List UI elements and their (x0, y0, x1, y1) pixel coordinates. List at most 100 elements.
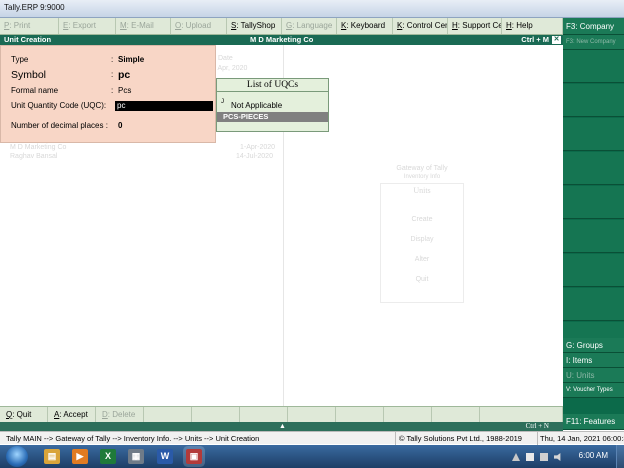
bg-gateway-subtitle: Inventory Info (403, 174, 441, 180)
bottom-button-label: : Accept (59, 410, 88, 419)
copyright-text: © Tally Solutions Pvt Ltd., 1988-2019 (395, 432, 537, 445)
bottom-button-7[interactable] (336, 407, 384, 422)
show-desktop-button[interactable] (616, 445, 624, 468)
decimal-places-label: Number of decimal places : (11, 121, 108, 130)
menu-button-label: : TallyShop (236, 21, 276, 30)
menu-button-label: : Export (68, 21, 96, 30)
menu-button-5[interactable]: G: Language (282, 18, 337, 34)
right-empty-slot (563, 220, 624, 253)
close-icon[interactable]: ✕ (552, 36, 561, 44)
type-label: Type (11, 55, 29, 64)
right-button[interactable]: F3: New Company (563, 35, 624, 50)
uqc-list-title: List of UQCs (217, 79, 328, 92)
calculator-icon[interactable]: ▦ (128, 449, 144, 464)
bottom-button-label: : Delete (107, 410, 136, 419)
right-empty-slot (563, 84, 624, 117)
bg-units-menu-title: Units (413, 186, 431, 195)
uqc-list-marker: J (221, 99, 224, 105)
flag-icon[interactable] (526, 453, 534, 461)
right-button[interactable]: U: Units (563, 368, 624, 383)
menu-button-label: : Print (9, 21, 31, 30)
right-empty-slot (563, 118, 624, 151)
menu-button-label: : Control Centre (402, 21, 447, 30)
uqc-label: Unit Quantity Code (UQC): (11, 101, 107, 110)
taskbar-clock[interactable]: 6:00 AM (579, 451, 608, 460)
menu-button-8[interactable]: H: Support Centre (448, 18, 502, 34)
formal-name-label: Formal name (11, 86, 59, 95)
uqc-item-not-applicable[interactable]: Not Applicable (231, 101, 282, 110)
bottom-button-6[interactable] (288, 407, 336, 422)
header-shortcut: Ctrl + M (521, 35, 549, 44)
status-datetime: Thu, 14 Jan, 2021 06:00:35 (537, 432, 624, 445)
right-empty-slot (563, 288, 624, 321)
menu-button-label: : Language (292, 21, 333, 30)
info-strip: ▲ Ctrl + N (0, 422, 563, 431)
strip-shortcut: Ctrl + N (525, 422, 549, 430)
menu-button-label: : Keyboard (346, 21, 386, 30)
bottom-button-bar: Q: Quit A: Accept D: Delete (0, 406, 563, 422)
bottom-button-10[interactable] (480, 407, 563, 422)
formal-name-value[interactable]: Pcs (118, 86, 131, 95)
uqc-item-selected[interactable]: PCS-PIECES (217, 112, 328, 122)
explorer-icon[interactable]: ▤ (44, 449, 60, 464)
bg-date-value: 1 Apr, 2020 (212, 65, 248, 72)
bg-gateway-title: Gateway of Tally (396, 165, 448, 172)
symbol-label: Symbol (11, 69, 47, 81)
navigation-path: Tally MAIN --> Gateway of Tally --> Inve… (6, 434, 260, 443)
menu-button-1[interactable]: E: Export (59, 18, 116, 34)
bottom-button-4[interactable] (192, 407, 240, 422)
right-empty-slot (563, 50, 624, 83)
bottom-button-0[interactable]: Q: Quit (0, 407, 48, 422)
menu-button-label: : Help (511, 21, 533, 30)
network-icon[interactable] (540, 453, 548, 461)
bg-menu-display: Display (410, 236, 434, 243)
volume-icon[interactable] (554, 453, 561, 461)
menu-button-2[interactable]: M: E-Mail (116, 18, 171, 34)
right-button[interactable]: I: Items (563, 353, 624, 368)
decimal-places-value[interactable]: 0 (118, 121, 122, 130)
bottom-button-label: : Quit (12, 410, 32, 419)
taskbar: ▤ ▶ X ▦ W ▣ 6:00 AM (0, 445, 624, 468)
menu-button-4[interactable]: S: TallyShop (227, 18, 282, 34)
window-title-bar[interactable]: Tally.ERP 9:9000 (0, 0, 624, 18)
bg-company-1: M D Marketing Co (10, 144, 67, 151)
formal-name-colon: : (111, 86, 114, 95)
menu-button-3[interactable]: O: Upload (171, 18, 227, 34)
right-button-panel: F3: Company F3: New Company G: Groups I: It… (563, 18, 624, 430)
bottom-button-9[interactable] (432, 407, 480, 422)
bg-units-menu: Units Create Display Alter Quit (380, 183, 464, 303)
right-button[interactable]: F11: Features (563, 414, 624, 430)
menu-button-label: : Support Centre (457, 21, 501, 30)
excel-icon[interactable]: X (100, 449, 116, 464)
media-player-icon[interactable]: ▶ (72, 449, 88, 464)
expand-arrow-icon[interactable]: ▲ (279, 422, 286, 431)
bottom-button-8[interactable] (384, 407, 432, 422)
menu-button-label: : Upload (181, 21, 212, 30)
menu-button-7[interactable]: K: Control Centre (393, 18, 448, 34)
start-button-icon[interactable] (6, 446, 28, 467)
tally-icon[interactable]: ▣ (186, 449, 202, 464)
symbol-value[interactable]: pc (118, 69, 130, 81)
menu-button-9[interactable]: H: Help (502, 18, 563, 34)
right-button[interactable]: V: Voucher Types (563, 383, 624, 398)
bottom-button-5[interactable] (240, 407, 288, 422)
menu-button-6[interactable]: K: Keyboard (337, 18, 393, 34)
right-button[interactable]: G: Groups (563, 338, 624, 353)
type-value[interactable]: Simple (118, 55, 144, 64)
bottom-button-3[interactable] (144, 407, 192, 422)
bottom-button-2[interactable]: D: Delete (96, 407, 144, 422)
status-bar: Tally MAIN --> Gateway of Tally --> Inve… (0, 431, 624, 445)
right-button[interactable]: F3: Company (563, 18, 624, 35)
menu-button-0[interactable]: P: Print (0, 18, 59, 34)
right-empty-slot (563, 254, 624, 287)
uqc-input[interactable]: pc (115, 101, 213, 111)
bg-date-label: Date (218, 55, 233, 62)
tray-arrow-icon[interactable] (512, 453, 520, 461)
word-icon[interactable]: W (157, 449, 173, 464)
window-title: Tally.ERP 9:9000 (4, 3, 65, 12)
symbol-colon: : (111, 70, 114, 79)
bottom-button-1[interactable]: A: Accept (48, 407, 96, 422)
system-tray: 6:00 AM (504, 445, 624, 468)
type-colon: : (111, 55, 114, 64)
screen-title: Unit Creation (4, 35, 52, 44)
